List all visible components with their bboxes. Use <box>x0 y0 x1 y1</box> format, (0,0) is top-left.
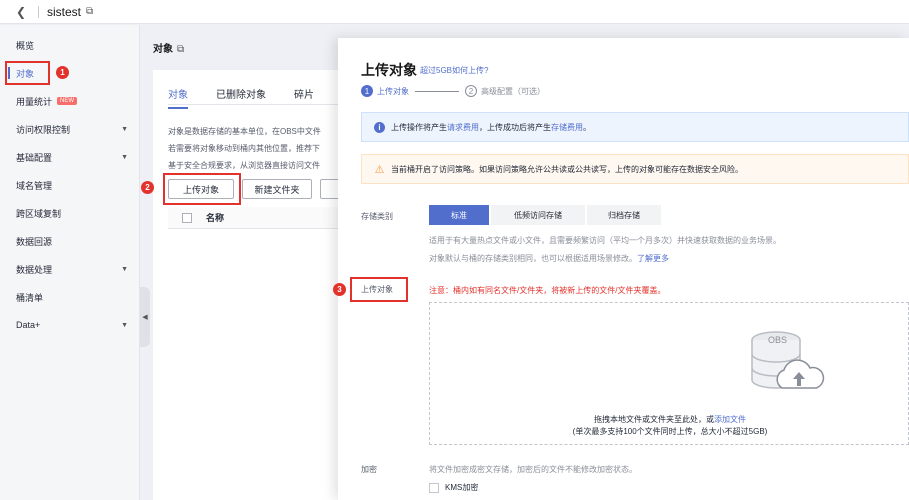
description-line: 基于安全合规要求，从浏览器直接访问文件 <box>168 161 320 170</box>
tab-objects[interactable]: 对象 <box>168 86 188 109</box>
description-line: 若需要将对象移动到桶内其他位置，推荐下 <box>168 144 320 153</box>
dropzone-limit-text: (单次最多支持100个文件同时上传，总大小不超过5GB) <box>572 427 768 436</box>
sidebar-item-basic-config[interactable]: 基础配置 ▼ <box>0 146 140 168</box>
sidebar-item-label: 用量统计 <box>16 96 53 107</box>
sidebar-item-inventory[interactable]: 桶清单 <box>0 286 140 308</box>
sidebar-item-label: 基础配置 <box>16 152 53 163</box>
sidebar-item-label: 桶清单 <box>16 292 44 303</box>
tabs-divider <box>168 104 353 105</box>
step-2-label: 高级配置（可选） <box>481 86 545 96</box>
bucket-title: sistest <box>47 4 82 19</box>
annotation-badge-1: 1 <box>56 66 69 79</box>
storage-fee-link[interactable]: 存储费用 <box>551 122 583 133</box>
dropzone-text-pre: 拖拽本地文件或文件夹至此处，或 <box>594 415 714 424</box>
kms-encryption-option[interactable]: KMS加密 <box>429 482 478 493</box>
info-text-mid: ，上传成功后将产生 <box>479 122 551 132</box>
annotation-box-3 <box>350 277 408 302</box>
info-icon: i <box>374 121 385 133</box>
over-5gb-link[interactable]: 超过5GB如何上传? <box>420 65 488 76</box>
sidebar-item-label: 数据回源 <box>16 236 53 247</box>
sidebar: 概览 对象 用量统计 NEW 访问权限控制 ▼ 基础配置 ▼ 域名管理 跨区域复制 数… <box>0 25 140 500</box>
sidebar-item-domain[interactable]: 域名管理 <box>0 174 140 196</box>
storage-option-archive[interactable]: 归档存储 <box>587 205 661 225</box>
storage-option-infrequent[interactable]: 低频访问存储 <box>491 205 585 225</box>
warning-alert: ⚠ 当前桶开启了访问策略。如果访问策略允许公共读或公共读写，上传的对象可能存在数… <box>361 154 909 184</box>
obs-label: OBS <box>768 335 788 345</box>
step-1-indicator: 1 <box>361 85 373 97</box>
page-title-text: 对象 <box>153 44 173 55</box>
upload-drawer: 上传对象 超过5GB如何上传? 1 上传对象 2 高级配置（可选） i 上传操作… <box>338 38 909 500</box>
file-dropzone[interactable]: OBS 拖拽本地文件或文件夹至此处，或添加文件 (单次最多支持100个文件同时上… <box>429 302 909 445</box>
caret-left-icon: ◀ <box>142 314 148 321</box>
top-bar: ❮ sistest ⧉ <box>0 0 909 24</box>
annotation-box-2 <box>163 173 241 205</box>
learn-more-link[interactable]: 了解更多 <box>637 254 669 263</box>
info-alert: i 上传操作将产生 请求费用 ，上传成功后将产生 存储费用 。 <box>361 112 909 142</box>
sidebar-item-usage[interactable]: 用量统计 NEW <box>0 90 140 112</box>
chevron-down-icon: ▼ <box>121 265 128 273</box>
page-title: 对象 ⧉ <box>153 40 184 55</box>
storage-option-standard[interactable]: 标准 <box>429 205 489 225</box>
sidebar-item-replication[interactable]: 跨区域复制 <box>0 202 140 224</box>
sidebar-item-label: 域名管理 <box>16 180 53 191</box>
kms-label: KMS加密 <box>445 483 479 492</box>
storage-hint-1: 适用于有大量热点文件或小文件，且需要频繁访问（平均一个月多次）并快速获取数据的业… <box>429 236 781 245</box>
sidebar-item-data-plus[interactable]: Data+ ▼ <box>0 314 140 336</box>
copy-icon[interactable]: ⧉ <box>177 44 184 55</box>
annotation-box-1 <box>5 61 50 85</box>
object-tabs: 对象 已删除对象 碎片 <box>168 86 342 109</box>
dropzone-text: 拖拽本地文件或文件夹至此处，或添加文件 <box>430 414 909 425</box>
sidebar-item-label: Data+ <box>16 320 41 330</box>
divider <box>38 5 39 18</box>
storage-hint-2-text: 对象默认与桶的存储类别相同，也可以根据适用场景修改。 <box>429 254 637 263</box>
step-2-indicator: 2 <box>465 85 477 97</box>
tab-fragments[interactable]: 碎片 <box>294 86 314 109</box>
tab-deleted-objects[interactable]: 已删除对象 <box>216 86 266 109</box>
annotation-badge-3: 3 <box>333 283 346 296</box>
steps: 1 上传对象 2 高级配置（可选） <box>361 85 545 97</box>
storage-hint-2: 对象默认与桶的存储类别相同，也可以根据适用场景修改。了解更多 <box>429 253 669 264</box>
drawer-title: 上传对象 <box>361 62 417 78</box>
table-header: 名称 <box>168 207 353 229</box>
encryption-hint: 将文件加密成密文存储，加密后的文件不能修改加密状态。 <box>429 465 637 474</box>
info-text-pre: 上传操作将产生 <box>391 122 447 132</box>
sidebar-item-label: 概览 <box>16 40 35 51</box>
sidebar-item-overview[interactable]: 概览 <box>0 34 140 56</box>
add-file-link[interactable]: 添加文件 <box>714 415 746 424</box>
new-badge: NEW <box>57 97 78 105</box>
column-name-header: 名称 <box>206 213 225 223</box>
request-fee-link[interactable]: 请求费用 <box>447 122 479 133</box>
chevron-down-icon: ▼ <box>121 153 128 161</box>
step-connector <box>415 90 459 92</box>
storage-class-label: 存储类别 <box>361 212 393 221</box>
select-all-checkbox[interactable] <box>182 212 192 223</box>
sidebar-item-label: 访问权限控制 <box>16 124 71 135</box>
warning-text: 当前桶开启了访问策略。如果访问策略允许公共读或公共读写，上传的对象可能存在数据安… <box>391 164 743 174</box>
sidebar-item-label: 跨区域复制 <box>16 208 62 219</box>
storage-class-selector: 标准 低频访问存储 归档存储 <box>429 205 663 225</box>
overwrite-warning: 注意：桶内如有同名文件/文件夹，将被新上传的文件/文件夹覆盖。 <box>429 286 666 295</box>
encryption-label: 加密 <box>361 465 377 474</box>
annotation-badge-2: 2 <box>141 181 154 194</box>
sidebar-item-access-control[interactable]: 访问权限控制 ▼ <box>0 118 140 140</box>
chevron-left-icon[interactable]: ❮ <box>16 5 34 19</box>
chevron-down-icon: ▼ <box>121 125 128 133</box>
new-folder-button[interactable]: 新建文件夹 <box>242 179 312 199</box>
info-text-post: 。 <box>583 122 591 132</box>
sidebar-item-data-processing[interactable]: 数据处理 ▼ <box>0 258 140 280</box>
description-line: 对象是数据存储的基本单位，在OBS中文件 <box>168 127 321 136</box>
kms-checkbox[interactable] <box>429 482 439 493</box>
sidebar-item-back-to-source[interactable]: 数据回源 <box>0 230 140 252</box>
step-1-label: 上传对象 <box>377 86 409 96</box>
warning-icon: ⚠ <box>374 163 385 176</box>
sidebar-collapse-handle[interactable]: ◀ <box>140 287 150 347</box>
sidebar-item-label: 数据处理 <box>16 264 53 275</box>
chevron-down-icon: ▼ <box>121 321 128 329</box>
copy-icon[interactable]: ⧉ <box>86 6 93 17</box>
